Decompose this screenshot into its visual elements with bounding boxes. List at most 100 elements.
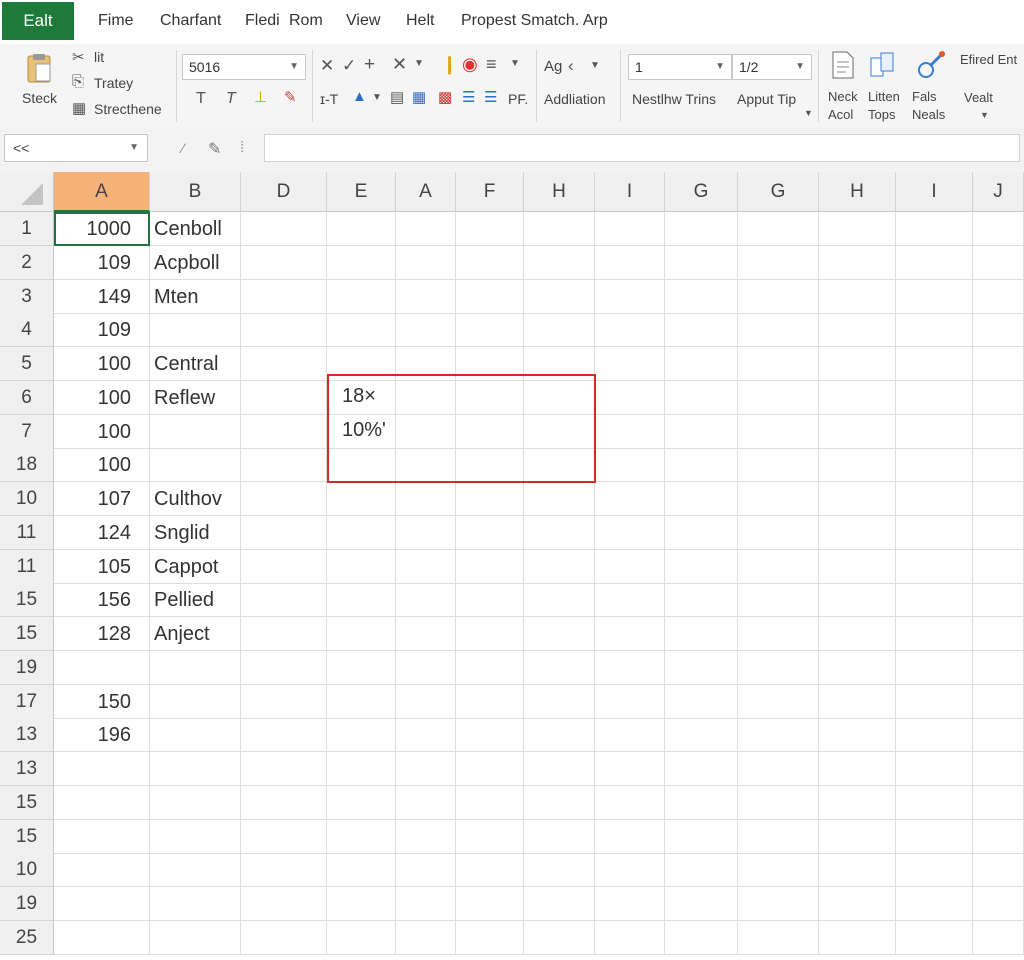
pencil-icon[interactable]: ✎ [208,139,221,159]
cell[interactable] [456,820,524,854]
border-icon[interactable]: ▤ [390,88,404,106]
cell[interactable] [665,516,738,550]
cell[interactable] [896,415,973,449]
cell[interactable] [396,617,456,651]
cell[interactable] [896,752,973,786]
cell[interactable] [595,448,665,482]
menu-charfant[interactable]: Charfant [160,12,221,30]
cell[interactable] [595,550,665,584]
cell[interactable] [595,347,665,381]
cell[interactable] [819,280,896,314]
cell-b[interactable] [150,853,241,887]
cell[interactable] [819,853,896,887]
cell[interactable] [456,280,524,314]
cell[interactable] [665,550,738,584]
cell[interactable] [819,651,896,685]
cell[interactable] [327,718,396,752]
cell-b[interactable]: Mten [150,280,241,314]
cell[interactable] [738,313,819,347]
cell[interactable] [973,887,1024,921]
cell[interactable] [819,212,896,246]
cell[interactable] [456,313,524,347]
cell[interactable] [396,212,456,246]
cell[interactable] [456,516,524,550]
cell[interactable] [595,381,665,415]
cell[interactable] [456,482,524,516]
litten-tops-label[interactable]: Litten Tops [868,88,908,124]
row-header[interactable]: 19 [0,887,54,921]
cell[interactable] [327,921,396,955]
cell[interactable] [738,651,819,685]
cell[interactable] [973,516,1024,550]
cell[interactable] [241,853,327,887]
cell-a[interactable]: 100 [54,381,150,415]
cell-b[interactable] [150,786,241,820]
row-header[interactable]: 13 [0,718,54,752]
cell[interactable] [896,550,973,584]
cell-b[interactable] [150,651,241,685]
cell[interactable] [241,381,327,415]
cell-b[interactable] [150,820,241,854]
chevron-down-icon[interactable]: ▼ [372,92,382,103]
cell[interactable] [896,718,973,752]
cell-a[interactable]: 107 [54,482,150,516]
row-header[interactable]: 10 [0,482,54,516]
cell-a[interactable]: 1000 [54,212,150,246]
row-header[interactable]: 18 [0,448,54,482]
scissors-icon[interactable]: ✂ [72,48,85,66]
cell[interactable] [241,448,327,482]
strecthene-label[interactable]: Strecthene [94,101,162,117]
cell[interactable] [524,685,595,719]
cell[interactable] [665,786,738,820]
cell[interactable] [241,347,327,381]
efired-ent-label[interactable]: Efired Ent [960,52,1017,67]
cell[interactable] [595,786,665,820]
menu-fledi[interactable]: Fledi [245,12,280,30]
cell[interactable] [595,415,665,449]
cell[interactable] [738,752,819,786]
cell[interactable] [738,246,819,280]
cell[interactable] [327,820,396,854]
cell[interactable] [819,550,896,584]
stack-label[interactable]: Steck [22,90,57,106]
table-icon[interactable]: ▦ [412,88,426,106]
chevron-down-icon[interactable]: ▼ [980,110,989,120]
cell[interactable] [896,280,973,314]
cell-a[interactable] [54,752,150,786]
cell[interactable] [819,448,896,482]
cell[interactable] [524,752,595,786]
cell-b[interactable]: Cenboll [150,212,241,246]
addliation-label[interactable]: Addliation [544,91,606,107]
cell[interactable] [456,752,524,786]
cell[interactable] [595,853,665,887]
cell[interactable] [665,415,738,449]
row-header[interactable]: 15 [0,786,54,820]
cell[interactable] [819,617,896,651]
cell-a[interactable] [54,820,150,854]
column-header[interactable]: B [150,172,241,212]
cell[interactable] [896,482,973,516]
cell[interactable] [396,921,456,955]
cell[interactable] [396,786,456,820]
cell[interactable] [819,516,896,550]
cell[interactable] [327,853,396,887]
cell[interactable] [241,313,327,347]
cell[interactable] [973,583,1024,617]
cell[interactable] [973,617,1024,651]
cell[interactable] [241,516,327,550]
cell[interactable] [327,246,396,280]
apput-tip-label[interactable]: Apput Tip [737,91,796,107]
format-painter-icon[interactable]: ▦ [72,99,86,117]
column-header[interactable]: F [456,172,524,212]
cell[interactable] [396,685,456,719]
cell-a[interactable]: 156 [54,583,150,617]
indent-icon[interactable]: ☰ [484,88,497,106]
column-header[interactable]: G [738,172,819,212]
cell[interactable] [396,246,456,280]
column-header[interactable]: J [973,172,1024,212]
menu-fime[interactable]: Fime [98,12,134,30]
neck-acol-label[interactable]: Neck Acol [828,88,864,124]
cell[interactable] [595,887,665,921]
cell-a[interactable]: 109 [54,246,150,280]
underline-icon[interactable]: ⊥ [254,88,267,106]
